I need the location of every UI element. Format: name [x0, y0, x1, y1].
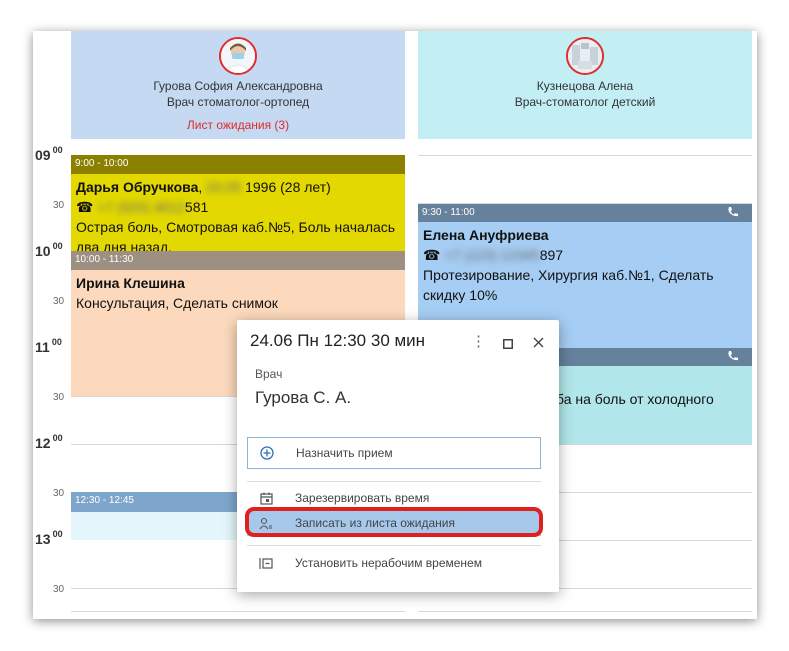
block-time-icon	[247, 557, 285, 570]
time-label-13: 13 00	[35, 529, 63, 547]
reserve-time-label: Зарезервировать время	[295, 491, 430, 505]
patient-name: Ирина Клешина	[76, 275, 185, 291]
time-label-1330: 30	[53, 584, 65, 595]
doctor-name-1: Гурова София Александровна	[153, 79, 323, 93]
doctor-header-1[interactable]: Гурова София Александровна Врач стоматол…	[71, 31, 405, 139]
phone-icon: ☎	[423, 247, 441, 263]
appointment-time: 10:00 - 11:30	[71, 251, 405, 270]
doctor-header-2[interactable]: Кузнецова Алена Врач-стоматолог детский	[418, 31, 752, 139]
book-appointment-label: Назначить прием	[296, 446, 393, 460]
time-label-10: 10 00	[35, 241, 63, 259]
time-label-1030: 30	[53, 296, 65, 307]
add-circle-icon	[248, 446, 286, 460]
doctor-role-1: Врач стоматолог-ортопед	[166, 95, 310, 109]
patient-dob-hidden: 20.05	[206, 179, 242, 195]
calendar-icon	[247, 492, 285, 505]
time-label-1230: 30	[53, 488, 65, 499]
waitlist-link[interactable]: Лист ожидания (3)	[71, 118, 405, 132]
doctor-label: Врач	[255, 367, 283, 381]
appointment-note: Консультация, Сделать снимок	[76, 295, 278, 311]
doctor-avatar-2	[566, 37, 604, 75]
appointment-note: Острая боль, Смотровая каб.№5, Боль нача…	[76, 219, 396, 251]
phone-tail: 897	[539, 247, 564, 263]
time-label-1130: 30	[53, 392, 65, 403]
popup-doctor-name: Гурова С. А.	[255, 388, 352, 407]
patient-age: 1996 (28 лет)	[245, 179, 331, 195]
appointment-time: 9:00 - 10:00	[71, 155, 405, 174]
patient-name: Елена Ануфриева	[423, 227, 549, 243]
appointment-time: 9:30 - 11:00	[418, 204, 752, 222]
set-non-working-label: Установить нерабочим временем	[295, 556, 482, 570]
doctor-role-2: Врач-стоматолог детский	[514, 95, 656, 109]
set-non-working-button[interactable]: Установить нерабочим временем	[247, 548, 541, 578]
phone-tail: 581	[184, 199, 209, 215]
phone-icon[interactable]	[727, 206, 739, 221]
book-appointment-button[interactable]: Назначить прием	[247, 437, 541, 469]
phone-hidden: +7 (123) 12345	[444, 247, 540, 263]
phone-icon: ☎	[76, 199, 94, 215]
scheduler-window: Гурова София Александровна Врач стоматол…	[33, 31, 757, 619]
more-icon[interactable]: ⋮	[471, 332, 486, 350]
time-label-0930: 30	[53, 200, 65, 211]
time-label-12: 12 00	[35, 433, 63, 451]
divider	[247, 481, 541, 482]
patient-name: Дарья Обручкова	[76, 179, 199, 195]
divider	[247, 545, 541, 546]
slot-popup: 24.06 Пн 12:30 30 мин ⋮ Врач Гурова С. А…	[237, 320, 559, 592]
close-icon[interactable]	[533, 335, 544, 353]
time-label-09: 09 00	[35, 145, 63, 163]
time-label-11: 11 00	[35, 337, 62, 355]
popup-title: 24.06 Пн 12:30 30 мин	[250, 331, 426, 350]
doctor-name-2: Кузнецова Алена	[536, 79, 634, 93]
appointment-note: Протезирование, Хирургия каб.№1, Сделать…	[423, 267, 714, 303]
doctor-avatar-1	[219, 37, 257, 75]
phone-icon[interactable]	[727, 350, 739, 365]
appointment-body: Дарья Обручкова, 20.05 1996 (28 лет) ☎ +…	[71, 174, 405, 251]
maximize-icon[interactable]	[503, 336, 513, 354]
highlight-outline	[245, 507, 543, 537]
phone-hidden: +7 (925) 4612	[97, 199, 185, 215]
